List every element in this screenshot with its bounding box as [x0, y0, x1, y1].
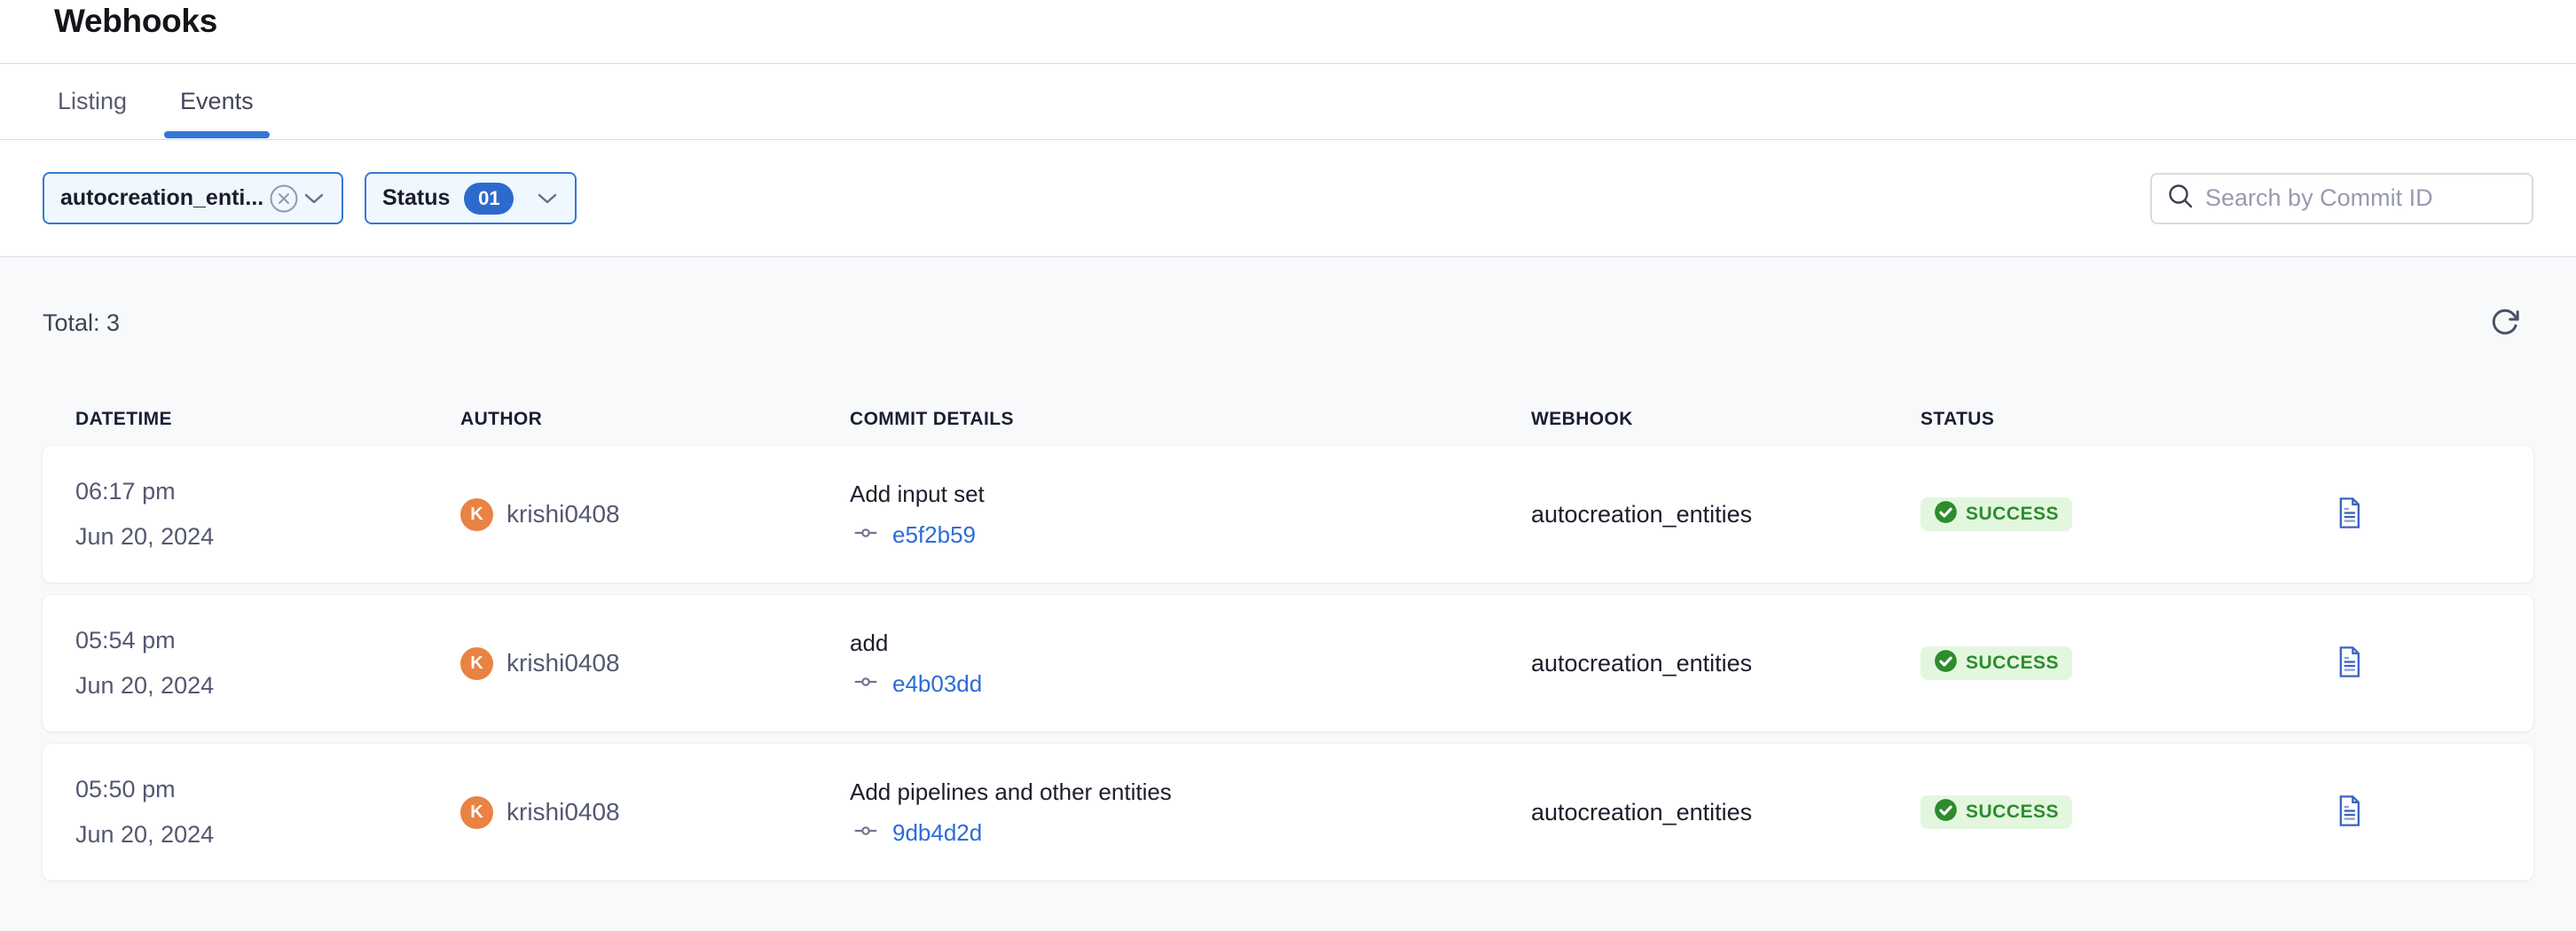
author-name: krishi0408	[507, 798, 620, 826]
tab-events[interactable]: Events	[164, 64, 270, 139]
refresh-button[interactable]	[2490, 307, 2520, 340]
commit-message: add	[850, 630, 1531, 657]
webhook-name-cell: autocreation_entities	[1531, 501, 1920, 528]
commit-search-box	[2150, 173, 2533, 224]
column-header-datetime: DATETIME	[75, 409, 460, 430]
event-time: 06:17 pm	[75, 478, 460, 505]
commit-id-link[interactable]: 9db4d2d	[892, 819, 982, 847]
tab-events-label: Events	[180, 88, 254, 115]
actions-cell	[2336, 497, 2501, 532]
commit-details-cell: Add pipelines and other entities 9db4d2d	[850, 778, 1531, 847]
status-label: SUCCESS	[1966, 802, 2059, 823]
avatar: K	[460, 647, 493, 680]
event-table-row: 06:17 pm Jun 20, 2024 K krishi0408 Add i…	[43, 446, 2533, 583]
column-header-author: AUTHOR	[460, 409, 850, 430]
check-circle-icon	[1934, 500, 1958, 528]
document-icon	[2336, 645, 2363, 681]
webhook-name-cell: autocreation_entities	[1531, 799, 1920, 826]
tabs-bar: Listing Events	[0, 64, 2576, 140]
document-icon	[2336, 497, 2363, 532]
column-header-commit-details: COMMIT DETAILS	[850, 409, 1531, 430]
chevron-down-icon	[302, 192, 326, 206]
git-commit-icon	[850, 670, 882, 698]
status-cell: SUCCESS	[1920, 795, 2336, 829]
table-header: DATETIME AUTHOR COMMIT DETAILS WEBHOOK S…	[43, 393, 2533, 446]
commit-id-link[interactable]: e5f2b59	[892, 521, 976, 549]
status-badge: SUCCESS	[1920, 497, 2072, 531]
webhook-filter-label: autocreation_enti...	[60, 185, 263, 211]
author-cell: K krishi0408	[460, 796, 850, 829]
total-count-label: Total: 3	[43, 309, 120, 337]
view-payload-button[interactable]	[2336, 645, 2363, 681]
actions-cell	[2336, 645, 2501, 681]
column-header-webhook: WEBHOOK	[1531, 409, 1920, 430]
datetime-cell: 05:50 pm Jun 20, 2024	[75, 776, 460, 849]
commit-details-cell: add e4b03dd	[850, 630, 1531, 698]
event-table-row: 05:54 pm Jun 20, 2024 K krishi0408 add	[43, 595, 2533, 732]
event-date: Jun 20, 2024	[75, 821, 460, 849]
author-name: krishi0408	[507, 500, 620, 528]
events-table-body: 06:17 pm Jun 20, 2024 K krishi0408 Add i…	[43, 446, 2533, 880]
author-name: krishi0408	[507, 649, 620, 677]
check-circle-icon	[1934, 798, 1958, 826]
summary-row: Total: 3	[43, 307, 2533, 340]
commit-message: Add pipelines and other entities	[850, 778, 1531, 806]
commit-id-link[interactable]: e4b03dd	[892, 670, 982, 698]
author-cell: K krishi0408	[460, 498, 850, 531]
status-filter-chip[interactable]: Status 01	[365, 172, 577, 224]
view-payload-button[interactable]	[2336, 794, 2363, 830]
actions-cell	[2336, 794, 2501, 830]
search-icon	[2166, 182, 2195, 215]
active-tab-underline	[164, 131, 270, 138]
status-badge: SUCCESS	[1920, 795, 2072, 829]
event-date: Jun 20, 2024	[75, 523, 460, 551]
circle-x-icon[interactable]	[269, 184, 299, 214]
status-cell: SUCCESS	[1920, 646, 2336, 680]
avatar: K	[460, 796, 493, 829]
tab-listing[interactable]: Listing	[42, 64, 143, 139]
status-filter-count-badge: 01	[464, 183, 514, 215]
search-input[interactable]	[2205, 184, 2519, 212]
page-header: Webhooks	[0, 0, 2576, 64]
status-badge: SUCCESS	[1920, 646, 2072, 680]
webhook-filter-chip[interactable]: autocreation_enti...	[43, 172, 343, 224]
page-title: Webhooks	[54, 2, 2576, 41]
tab-listing-label: Listing	[58, 88, 127, 115]
status-label: SUCCESS	[1966, 504, 2059, 525]
event-time: 05:54 pm	[75, 627, 460, 654]
view-payload-button[interactable]	[2336, 497, 2363, 532]
datetime-cell: 06:17 pm Jun 20, 2024	[75, 478, 460, 551]
refresh-icon	[2490, 307, 2520, 340]
webhook-name-cell: autocreation_entities	[1531, 650, 1920, 677]
commit-message: Add input set	[850, 481, 1531, 508]
author-cell: K krishi0408	[460, 647, 850, 680]
check-circle-icon	[1934, 649, 1958, 677]
datetime-cell: 05:54 pm Jun 20, 2024	[75, 627, 460, 700]
events-content: Total: 3 DATETIME AUTHOR COMMIT DETAILS …	[0, 257, 2576, 931]
filter-bar: autocreation_enti... Status 01	[0, 140, 2576, 257]
column-header-status: STATUS	[1920, 409, 2336, 430]
chevron-down-icon	[536, 192, 559, 206]
event-date: Jun 20, 2024	[75, 672, 460, 700]
status-label: SUCCESS	[1966, 653, 2059, 674]
commit-details-cell: Add input set e5f2b59	[850, 481, 1531, 549]
event-time: 05:50 pm	[75, 776, 460, 803]
avatar: K	[460, 498, 493, 531]
git-commit-icon	[850, 819, 882, 847]
git-commit-icon	[850, 521, 882, 549]
document-icon	[2336, 794, 2363, 830]
status-cell: SUCCESS	[1920, 497, 2336, 531]
event-table-row: 05:50 pm Jun 20, 2024 K krishi0408 Add p…	[43, 744, 2533, 880]
status-filter-label: Status	[382, 185, 450, 211]
